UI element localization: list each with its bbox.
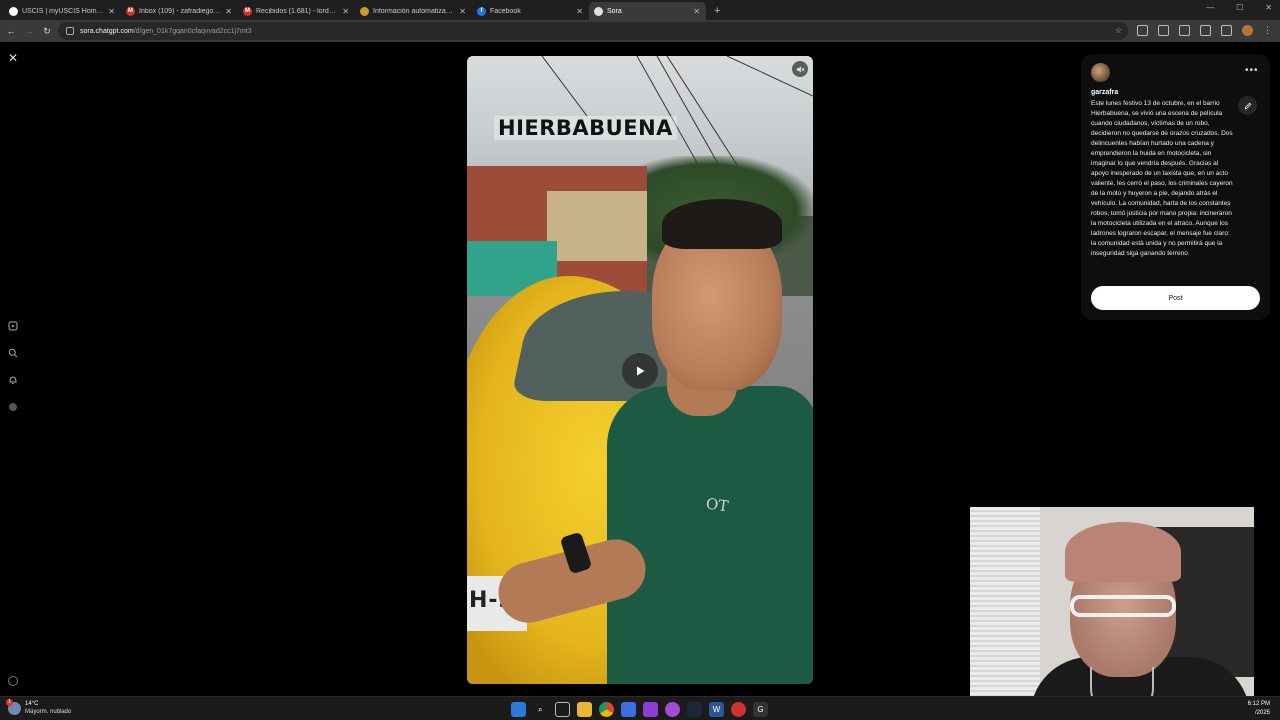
webcam-beanie	[1065, 522, 1181, 582]
avatar[interactable]	[1091, 63, 1110, 82]
tab-list: USCIS | myUSCIS Home Page ✕ M Inbox (109) -…	[4, 0, 706, 20]
play-button[interactable]	[622, 353, 658, 389]
video-shirt	[607, 386, 813, 684]
tab-close-icon[interactable]: ✕	[108, 7, 115, 16]
task-view-icon[interactable]	[555, 702, 570, 717]
steam-icon[interactable]	[687, 702, 702, 717]
messenger-icon[interactable]	[665, 702, 680, 717]
file-explorer-icon[interactable]	[577, 702, 592, 717]
favicon-icon	[594, 6, 603, 16]
pencil-icon	[1244, 102, 1251, 109]
profile-icon[interactable]	[7, 401, 19, 413]
tab-title: Información automatizada de c	[373, 7, 455, 15]
webcam-window-blind	[970, 507, 1040, 720]
tab-title: Sora	[607, 7, 622, 15]
notifications-icon[interactable]	[7, 374, 19, 386]
tab-close-icon[interactable]: ✕	[225, 7, 232, 16]
extension-icon[interactable]	[1137, 25, 1148, 36]
browser-tab[interactable]: f Facebook ✕	[472, 2, 589, 20]
new-tab-button[interactable]: +	[714, 5, 720, 17]
home-icon[interactable]	[7, 320, 19, 332]
profile-avatar-icon[interactable]	[1242, 25, 1253, 36]
address-bar[interactable]: sora.chatgpt.com/d/gen_01k7gqan0cfaqvvad…	[58, 22, 1128, 40]
search-icon[interactable]	[7, 347, 19, 359]
maximize-icon[interactable]: ☐	[1236, 3, 1243, 12]
taskbar-apps: ⌕ W G	[511, 702, 768, 717]
favicon-icon	[9, 6, 18, 16]
browser-tab[interactable]: M Inbox (109) - zafradiego23@gm✕	[121, 2, 238, 20]
system-clock[interactable]: 6:12 PM /2025	[1248, 700, 1270, 718]
browser-tab[interactable]: Información automatizada de c ✕	[355, 2, 472, 20]
settings-icon[interactable]	[8, 676, 18, 686]
tab-strip: USCIS | myUSCIS Home Page ✕ M Inbox (109) -…	[0, 0, 1280, 20]
extensions-bar: ⋮	[1137, 25, 1272, 36]
tab-title: Recibidos (1.681) - lordgarzafra	[256, 7, 338, 15]
sora-taskbar-icon[interactable]: G	[753, 702, 768, 717]
tab-close-icon[interactable]: ✕	[576, 7, 583, 16]
favicon-icon: f	[477, 6, 486, 16]
window-controls: — ☐ ✕	[1206, 3, 1272, 12]
url-host: sora.chatgpt.com	[80, 27, 134, 35]
browser-tab[interactable]: Sora ✕	[589, 2, 706, 20]
shirt-logo: OT	[704, 494, 730, 516]
word-icon[interactable]: W	[709, 702, 724, 717]
reload-icon[interactable]: ↻	[38, 26, 56, 37]
split-view-icon[interactable]	[1179, 25, 1190, 36]
site-info-icon[interactable]	[66, 27, 74, 35]
video-overlay-title: HIERBABUENA	[494, 116, 677, 140]
weather-condition: Mayorm. nublado	[25, 709, 72, 715]
chrome-alt-icon[interactable]	[731, 702, 746, 717]
bookmark-star-icon[interactable]: ☆	[1115, 26, 1122, 35]
post-button[interactable]: Post	[1091, 286, 1260, 310]
video-player[interactable]: H-3 OT HIERBABUENA	[467, 56, 813, 684]
download-icon[interactable]	[1200, 25, 1211, 36]
tab-title: Inbox (109) - zafradiego23@gm	[139, 7, 222, 15]
play-icon	[637, 366, 645, 376]
tab-title: Facebook	[490, 7, 521, 15]
app-icon[interactable]	[643, 702, 658, 717]
webcam-overlay	[970, 507, 1254, 720]
browser-toolbar: ← → ↻ sora.chatgpt.com/d/gen_01k7gqan0cf…	[0, 20, 1280, 42]
browser-tab[interactable]: M Recibidos (1.681) - lordgarzafra ✕	[238, 2, 355, 20]
puzzle-icon[interactable]	[1158, 25, 1169, 36]
forward-icon[interactable]: →	[20, 26, 38, 36]
minimize-icon[interactable]: —	[1206, 3, 1214, 12]
tab-close-icon[interactable]: ✕	[459, 7, 466, 16]
store-icon[interactable]	[621, 702, 636, 717]
mute-button[interactable]	[792, 61, 808, 77]
webcam-glasses	[1070, 595, 1176, 617]
post-caption[interactable]: Este lunes festivo 13 de octubre, en el …	[1091, 99, 1236, 259]
more-options-icon[interactable]: •••	[1245, 65, 1259, 76]
tab-title: USCIS | myUSCIS Home Page	[22, 7, 104, 15]
side-nav	[7, 320, 19, 413]
weather-badge: 1	[6, 698, 13, 706]
menu-dots-icon[interactable]: ⋮	[1263, 25, 1272, 36]
windows-taskbar: 1 14°C Mayorm. nublado ⌕ W G 6:12 PM /20…	[0, 696, 1280, 720]
reading-list-icon[interactable]	[1221, 25, 1232, 36]
url-path: /d/gen_01k7gqan0cfaqvvad2cc1j7mt3	[133, 27, 252, 35]
clock-date: /2025	[1254, 710, 1270, 716]
username[interactable]: garzafra	[1091, 89, 1118, 96]
search-taskbar-icon[interactable]: ⌕	[533, 702, 548, 717]
weather-widget[interactable]: 1 14°C Mayorm. nublado	[6, 698, 72, 716]
weather-temp: 14°C	[25, 701, 39, 707]
edit-button[interactable]	[1238, 96, 1257, 115]
video-hair	[662, 199, 782, 249]
post-panel: ••• garzafra Este lunes festivo 13 de oc…	[1081, 54, 1270, 320]
chrome-icon[interactable]	[599, 702, 614, 717]
start-icon[interactable]	[511, 702, 526, 717]
close-window-icon[interactable]: ✕	[1265, 3, 1272, 12]
tab-close-icon[interactable]: ✕	[342, 7, 349, 16]
clock-time: 6:12 PM	[1247, 701, 1270, 707]
back-icon[interactable]: ←	[2, 26, 20, 36]
tab-close-icon[interactable]: ✕	[693, 7, 700, 16]
favicon-icon: M	[126, 6, 135, 16]
close-icon[interactable]: ✕	[8, 51, 18, 65]
video-balcony	[547, 191, 647, 261]
speaker-muted-icon	[796, 65, 804, 73]
favicon-icon: M	[243, 6, 252, 16]
browser-tab[interactable]: USCIS | myUSCIS Home Page ✕	[4, 2, 121, 20]
favicon-icon	[360, 6, 369, 16]
cloud-icon: 1	[6, 698, 21, 715]
